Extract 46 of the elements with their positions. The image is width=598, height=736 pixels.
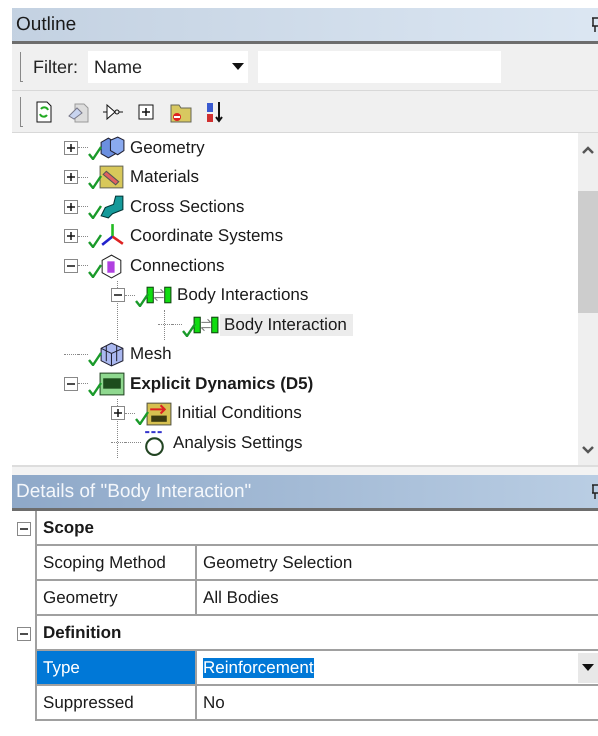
property-name[interactable]: Scoping Method: [35, 546, 195, 581]
expand-icon[interactable]: [64, 229, 78, 244]
collapse-icon[interactable]: [111, 288, 125, 302]
tree-item[interactable]: Geometry: [126, 136, 211, 159]
tree-item[interactable]: Coordinate Systems: [126, 225, 290, 248]
dropdown-arrow-icon[interactable]: [582, 664, 594, 672]
scroll-up-icon[interactable]: [581, 145, 595, 155]
analysis-box-icon: [98, 370, 126, 398]
tag-folder-icon: [98, 163, 126, 192]
expand-icon[interactable]: [64, 140, 78, 155]
tree-item[interactable]: Connections: [126, 254, 231, 277]
filter-select[interactable]: Name: [88, 51, 248, 83]
property-name[interactable]: Suppressed: [35, 686, 195, 721]
scroll-down-icon[interactable]: [581, 445, 595, 455]
pin-icon[interactable]: [592, 484, 598, 500]
panel-title: Details of "Body Interaction": [16, 480, 252, 502]
property-value: All Bodies: [195, 581, 598, 616]
panel-title: Outline: [16, 14, 76, 36]
dropdown-arrow-icon[interactable]: [232, 63, 244, 71]
beam-section-icon: [98, 192, 126, 221]
tree-item[interactable]: Body Interaction: [220, 314, 353, 336]
group-header: Scope: [35, 511, 598, 546]
property-value: Geometry Selection: [195, 546, 598, 581]
expand-icon[interactable]: [64, 200, 78, 214]
property-dropdown[interactable]: Reinforcement: [195, 651, 598, 686]
expand-icon[interactable]: [64, 170, 78, 184]
tree-item[interactable]: Body Interactions: [173, 284, 314, 306]
tree-item[interactable]: Analysis Settings: [169, 432, 308, 454]
collapse-icon[interactable]: [16, 522, 30, 536]
property-value: No: [195, 686, 598, 721]
filter-label: Filter:: [33, 56, 78, 78]
scrollbar[interactable]: [578, 133, 598, 465]
property-name[interactable]: Type: [35, 651, 195, 686]
group-header: Definition: [35, 616, 598, 651]
property-name[interactable]: Geometry: [35, 581, 195, 616]
tree-item[interactable]: Initial Conditions: [173, 402, 308, 424]
pin-icon[interactable]: [592, 16, 598, 32]
tree-item[interactable]: Explicit Dynamics (D5): [126, 372, 320, 395]
tree-item[interactable]: Mesh: [126, 343, 178, 366]
collapse-icon[interactable]: [64, 258, 78, 273]
mesh-cube-icon: [98, 340, 126, 368]
collapse-icon[interactable]: [64, 376, 78, 391]
collapse-icon[interactable]: [16, 626, 30, 640]
tree-item[interactable]: Cross Sections: [126, 196, 250, 218]
tree-item[interactable]: Materials: [126, 166, 205, 188]
expand-icon[interactable]: [111, 406, 125, 420]
